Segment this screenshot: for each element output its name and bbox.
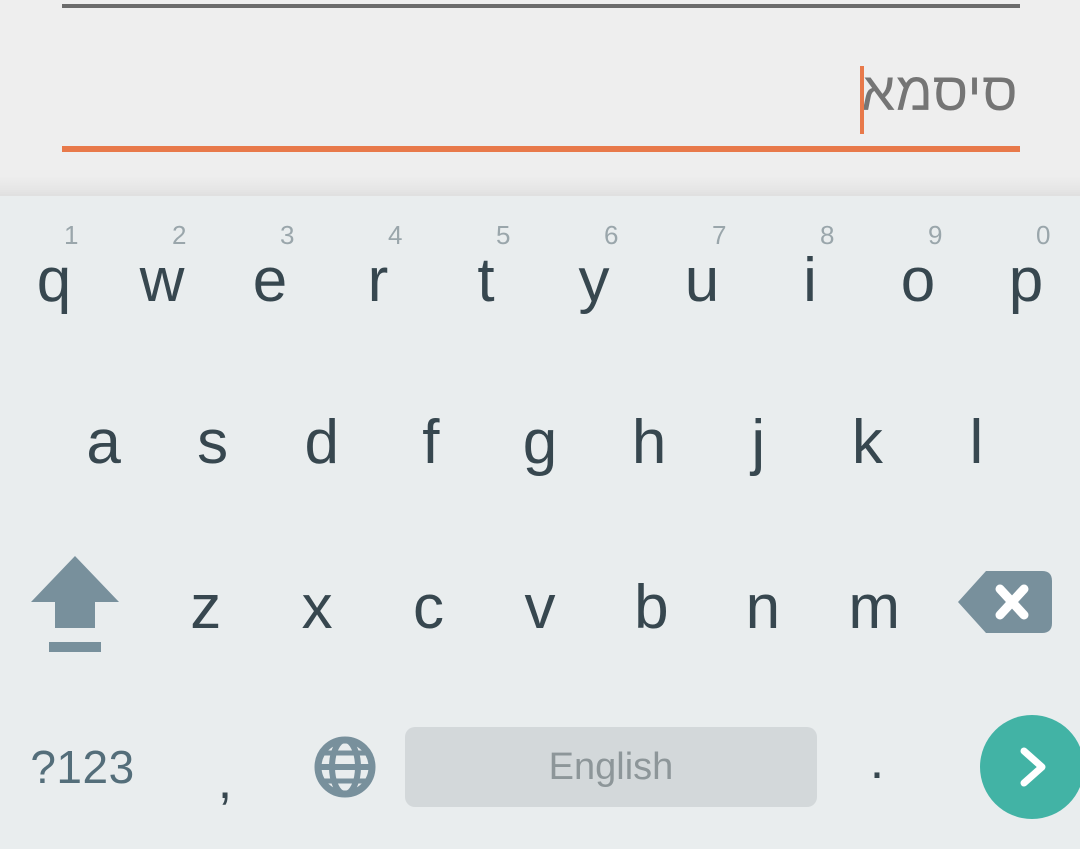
key-q-number-hint: 1 (64, 220, 79, 250)
key-o-label: o (900, 246, 936, 315)
password-field[interactable]: סיסמא (62, 44, 1020, 152)
key-c-label: c (413, 572, 445, 642)
key-i-number-hint: 8 (820, 220, 835, 250)
key-l[interactable]: l (922, 354, 1031, 519)
keyboard-row-1: 1 q 2 w 3 e 4 r 5 t 6 y 7 u 8 i 9 o 0 p (0, 196, 1080, 354)
key-w[interactable]: 2 w (108, 196, 216, 354)
key-y-label: y (578, 246, 610, 315)
key-k-label: k (851, 407, 883, 477)
top-divider-rule (62, 4, 1020, 8)
key-w-label: w (139, 246, 185, 315)
key-u[interactable]: 7 u (648, 196, 756, 354)
key-r[interactable]: 4 r (324, 196, 432, 354)
key-j-label: j (751, 407, 766, 477)
software-keyboard: 1 q 2 w 3 e 4 r 5 t 6 y 7 u 8 i 9 o 0 p … (0, 196, 1080, 849)
symbols-key-label: ?123 (30, 740, 135, 793)
key-i[interactable]: 8 i (756, 196, 864, 354)
comma-key-label: , (217, 751, 233, 810)
symbols-key[interactable]: ?123 (0, 684, 165, 849)
keyboard-row-3: z x c v b n m (0, 519, 1080, 684)
key-f[interactable]: f (376, 354, 485, 519)
keyboard-row-2: a s d f g h j k l (0, 354, 1080, 519)
space-key[interactable]: English (405, 684, 817, 849)
key-a[interactable]: a (49, 354, 158, 519)
keyboard-row-4: ?123 , English . (0, 684, 1080, 849)
key-r-number-hint: 4 (388, 220, 403, 250)
key-x[interactable]: x (261, 519, 372, 684)
key-s[interactable]: s (158, 354, 267, 519)
key-q-label: q (36, 246, 72, 315)
enter-button[interactable] (980, 714, 1080, 819)
period-key[interactable]: . (817, 684, 937, 849)
android-screen: סיסמא 1 q 2 w 3 e 4 r 5 t 6 y 7 u 8 i 9 … (0, 0, 1080, 849)
key-g[interactable]: g (485, 354, 594, 519)
chevron-right-icon (1010, 745, 1054, 789)
comma-key[interactable]: , (165, 684, 285, 849)
key-h-label: h (631, 407, 667, 477)
key-j[interactable]: j (704, 354, 813, 519)
key-i-label: i (803, 246, 817, 315)
row-2-right-spacer (1031, 354, 1080, 519)
field-focus-underline (62, 146, 1020, 152)
key-e-number-hint: 3 (280, 220, 295, 250)
period-key-label: . (869, 731, 885, 790)
key-b-label: b (634, 572, 669, 642)
key-d[interactable]: d (267, 354, 376, 519)
backspace-key[interactable] (930, 519, 1080, 684)
key-b[interactable]: b (596, 519, 707, 684)
key-d-label: d (304, 407, 340, 477)
key-f-label: f (422, 407, 440, 477)
key-t[interactable]: 5 t (432, 196, 540, 354)
key-m[interactable]: m (819, 519, 930, 684)
text-caret (860, 66, 864, 134)
key-y[interactable]: 6 y (540, 196, 648, 354)
password-field-value: סיסמא (861, 62, 1018, 122)
key-g-label: g (522, 407, 558, 477)
key-y-number-hint: 6 (604, 220, 619, 250)
key-s-label: s (197, 407, 229, 477)
key-a-label: a (86, 407, 121, 477)
key-w-number-hint: 2 (172, 220, 187, 250)
key-m-label: m (848, 572, 901, 642)
key-p-label: p (1008, 246, 1044, 315)
space-key-label: English (548, 745, 674, 788)
key-u-number-hint: 7 (712, 220, 727, 250)
key-t-label: t (477, 246, 495, 315)
key-p-number-hint: 0 (1036, 220, 1051, 250)
backspace-delete-icon (957, 569, 1052, 635)
shift-key[interactable] (0, 519, 150, 684)
enter-key[interactable] (937, 684, 1080, 849)
key-u-label: u (684, 246, 720, 315)
row-2-left-spacer (0, 354, 49, 519)
key-p[interactable]: 0 p (972, 196, 1080, 354)
globe-language-icon (314, 736, 376, 798)
key-v-label: v (524, 572, 556, 642)
language-switch-key[interactable] (285, 684, 405, 849)
key-t-number-hint: 5 (496, 220, 511, 250)
key-n-label: n (745, 572, 781, 642)
key-q[interactable]: 1 q (0, 196, 108, 354)
keyboard-top-shadow (0, 176, 1080, 196)
app-text-field-region: סיסמא (0, 0, 1080, 196)
key-x-label: x (301, 572, 333, 642)
key-o[interactable]: 9 o (864, 196, 972, 354)
key-v[interactable]: v (484, 519, 595, 684)
key-k[interactable]: k (813, 354, 922, 519)
key-z-label: z (190, 572, 222, 642)
key-c[interactable]: c (373, 519, 484, 684)
key-e[interactable]: 3 e (216, 196, 324, 354)
space-bar[interactable]: English (405, 726, 817, 807)
key-l-label: l (969, 407, 984, 477)
key-r-label: r (367, 246, 389, 315)
key-e-label: e (252, 246, 288, 315)
key-n[interactable]: n (707, 519, 818, 684)
shift-arrow-up-icon (27, 550, 123, 654)
key-z[interactable]: z (150, 519, 261, 684)
key-o-number-hint: 9 (928, 220, 943, 250)
key-h[interactable]: h (595, 354, 704, 519)
